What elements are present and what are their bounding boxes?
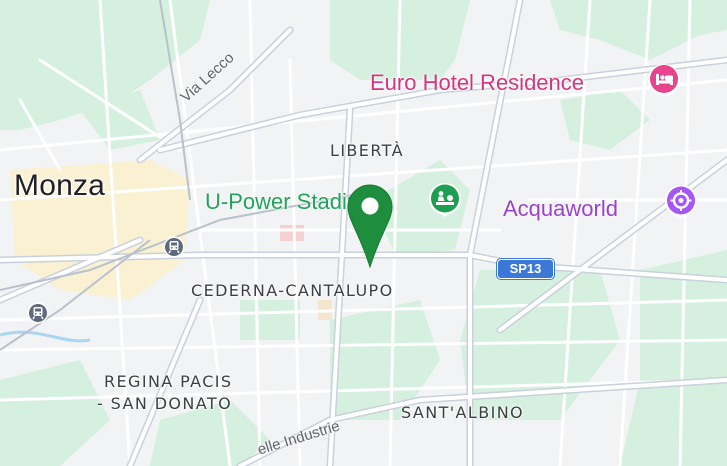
poi-label-euro-hotel[interactable]: Euro Hotel Residence: [370, 72, 584, 94]
location-pin-icon[interactable]: [347, 184, 393, 268]
highway-shield: SP13: [497, 259, 554, 279]
map-view[interactable]: Monza LIBERTÀ CEDERNA-CANTALUPO REGINA P…: [0, 0, 727, 466]
train-station-icon[interactable]: [27, 302, 49, 324]
neighborhood-label: - SAN DONATO: [97, 394, 233, 413]
hotel-bed-icon[interactable]: [646, 62, 682, 98]
city-label: Monza: [14, 169, 106, 202]
poi-label-acquaworld[interactable]: Acquaworld: [503, 198, 618, 220]
water-park-icon[interactable]: [663, 183, 699, 219]
train-station-icon[interactable]: [163, 236, 185, 258]
neighborhood-label: REGINA PACIS: [104, 372, 233, 391]
neighborhood-label: SANT'ALBINO: [401, 403, 525, 422]
neighborhood-label: CEDERNA-CANTALUPO: [191, 281, 394, 300]
building-block: [280, 225, 304, 241]
neighborhood-label: LIBERTÀ: [330, 141, 404, 160]
stadium-icon[interactable]: [427, 181, 463, 217]
